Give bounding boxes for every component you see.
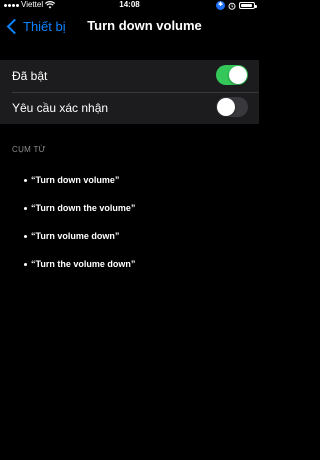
require-confirmation-row: Yêu cầu xác nhận (0, 92, 259, 124)
phrase-text: “Turn the volume down” (31, 259, 136, 269)
phrase-text: “Turn down volume” (31, 175, 120, 185)
battery-icon (239, 2, 257, 9)
list-item: “Turn down the volume” (0, 194, 259, 222)
bluetooth-icon: ✱ (216, 1, 225, 10)
phrase-list: “Turn down volume” “Turn down the volume… (0, 166, 259, 278)
bullet-icon (24, 234, 27, 238)
phrases-section-header: CỤM TỪ (12, 145, 46, 154)
toggle-knob (217, 98, 235, 116)
battery-level (241, 4, 252, 7)
list-item: “Turn the volume down” (0, 250, 259, 278)
enabled-toggle[interactable] (216, 65, 248, 85)
bullet-icon (24, 262, 27, 266)
page-title: Turn down volume (87, 18, 202, 33)
status-bar: Viettel 14:08 ✱ (0, 0, 259, 10)
bullet-icon (24, 178, 27, 182)
enabled-label: Đã bật (12, 69, 48, 83)
toggle-knob (229, 66, 247, 84)
require-confirmation-label: Yêu cầu xác nhận (12, 101, 109, 115)
bullet-icon (24, 206, 27, 210)
alarm-icon (228, 2, 236, 10)
status-right: ✱ (216, 1, 257, 10)
list-item: “Turn volume down” (0, 222, 259, 250)
settings-group: Đã bật Yêu cầu xác nhận (0, 60, 259, 124)
require-confirmation-toggle[interactable] (216, 97, 248, 117)
phrase-text: “Turn down the volume” (31, 203, 136, 213)
list-item: “Turn down volume” (0, 166, 259, 194)
enabled-row: Đã bật (0, 60, 259, 92)
navigation-bar: Thiết bị Turn down volume (0, 10, 259, 42)
phrase-text: “Turn volume down” (31, 231, 120, 241)
